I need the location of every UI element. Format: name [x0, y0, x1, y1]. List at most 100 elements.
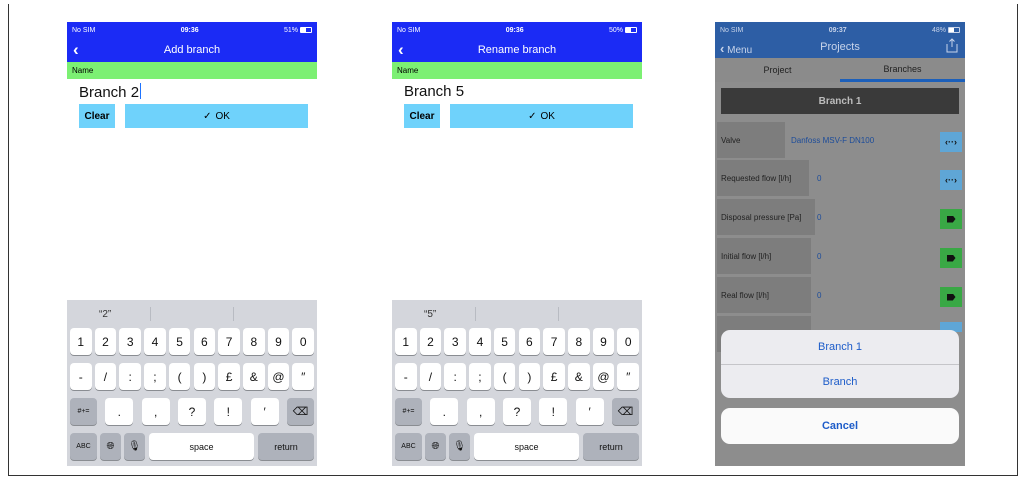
- keyboard: “5” 1 2 3 4 5 6 7 8 9 0 - / : ; ( ) £ &: [392, 300, 642, 466]
- key[interactable]: 3: [444, 328, 466, 355]
- key[interactable]: 8: [568, 328, 590, 355]
- space-key[interactable]: space: [474, 433, 579, 460]
- return-key[interactable]: return: [258, 433, 314, 460]
- menu-back-button[interactable]: ‹ Menu: [720, 41, 752, 56]
- key[interactable]: :: [119, 363, 141, 390]
- param-value[interactable]: 0: [817, 238, 821, 274]
- swap-arrows-icon[interactable]: ‹··›: [940, 132, 962, 152]
- space-key[interactable]: space: [149, 433, 254, 460]
- key[interactable]: 2: [419, 328, 442, 355]
- param-label: Real flow [l/h]: [717, 277, 811, 313]
- key[interactable]: 7: [543, 328, 565, 355]
- nav-bar: ‹ Menu Projects: [715, 38, 965, 58]
- globe-icon[interactable]: 🌐︎: [425, 433, 446, 460]
- key[interactable]: ′: [575, 398, 604, 425]
- param-value[interactable]: 0: [817, 160, 821, 196]
- key[interactable]: 0: [617, 328, 639, 355]
- key[interactable]: (: [493, 363, 516, 390]
- key[interactable]: 6: [193, 328, 216, 355]
- key[interactable]: 0: [292, 328, 314, 355]
- swap-arrows-icon[interactable]: ‹··›: [940, 170, 962, 190]
- key[interactable]: -: [70, 363, 92, 390]
- key[interactable]: 4: [144, 328, 166, 355]
- key[interactable]: ): [193, 363, 216, 390]
- key[interactable]: (: [168, 363, 191, 390]
- clear-button[interactable]: Clear: [79, 104, 115, 128]
- return-key[interactable]: return: [583, 433, 639, 460]
- branch-name-input[interactable]: Branch 2: [67, 79, 317, 104]
- key[interactable]: .: [430, 398, 459, 425]
- key[interactable]: ?: [502, 398, 531, 425]
- key[interactable]: 1: [70, 328, 92, 355]
- key[interactable]: ;: [469, 363, 491, 390]
- branch-name-input[interactable]: Branch 5: [392, 79, 642, 104]
- suggestion[interactable]: “5”: [394, 309, 475, 320]
- param-value[interactable]: 0: [817, 277, 821, 313]
- ok-button[interactable]: ✓ OK: [450, 104, 633, 128]
- branch-header[interactable]: Branch 1: [721, 88, 959, 114]
- tag-icon[interactable]: [940, 248, 962, 268]
- status-time: 09:36: [505, 26, 524, 34]
- tag-icon[interactable]: [940, 209, 962, 229]
- key[interactable]: £: [543, 363, 565, 390]
- microphone-icon[interactable]: 🎙︎: [449, 433, 470, 460]
- cancel-button[interactable]: Cancel: [721, 408, 959, 444]
- key[interactable]: 9: [267, 328, 290, 355]
- key[interactable]: @: [592, 363, 615, 390]
- battery-icon: [624, 26, 637, 33]
- more-symbols-key[interactable]: #+=: [70, 398, 97, 425]
- key[interactable]: -: [395, 363, 417, 390]
- key[interactable]: 4: [469, 328, 491, 355]
- key[interactable]: 1: [395, 328, 417, 355]
- clear-button[interactable]: Clear: [404, 104, 440, 128]
- more-symbols-key[interactable]: #+=: [395, 398, 422, 425]
- key[interactable]: 3: [119, 328, 141, 355]
- backspace-icon[interactable]: ⌫: [286, 398, 314, 425]
- key[interactable]: 7: [218, 328, 240, 355]
- key[interactable]: ,: [141, 398, 170, 425]
- key[interactable]: 2: [94, 328, 117, 355]
- battery-percent: 50%: [608, 26, 623, 34]
- key[interactable]: &: [568, 363, 590, 390]
- action-branch[interactable]: Branch: [721, 364, 959, 398]
- key[interactable]: 6: [518, 328, 541, 355]
- tab-project[interactable]: Project: [715, 58, 840, 82]
- backspace-icon[interactable]: ⌫: [611, 398, 639, 425]
- back-chevron-icon[interactable]: ‹: [73, 40, 79, 60]
- key[interactable]: ′: [250, 398, 279, 425]
- key[interactable]: !: [214, 398, 243, 425]
- rename-branch-screen: No SIM 09:36 50% ‹ Rename branch Name Br…: [392, 22, 642, 466]
- ok-button[interactable]: ✓ OK: [125, 104, 308, 128]
- key[interactable]: 9: [592, 328, 615, 355]
- suggestion[interactable]: “2”: [69, 309, 150, 320]
- key[interactable]: /: [94, 363, 117, 390]
- tab-branches[interactable]: Branches: [840, 58, 965, 82]
- key[interactable]: ;: [144, 363, 166, 390]
- key[interactable]: ″: [292, 363, 314, 390]
- tag-icon[interactable]: [940, 287, 962, 307]
- param-value[interactable]: Danfoss MSV-F DN100: [791, 122, 874, 158]
- microphone-icon[interactable]: 🎙︎: [124, 433, 145, 460]
- key[interactable]: £: [218, 363, 240, 390]
- key[interactable]: .: [105, 398, 134, 425]
- key[interactable]: ?: [177, 398, 206, 425]
- share-icon[interactable]: [946, 38, 958, 53]
- param-value[interactable]: 0: [817, 199, 821, 235]
- key[interactable]: /: [419, 363, 442, 390]
- key[interactable]: ″: [617, 363, 639, 390]
- key[interactable]: :: [444, 363, 466, 390]
- back-chevron-icon[interactable]: ‹: [398, 40, 404, 60]
- key[interactable]: 8: [243, 328, 265, 355]
- globe-icon[interactable]: 🌐︎: [100, 433, 121, 460]
- carrier-label: No SIM: [72, 26, 96, 34]
- key[interactable]: 5: [168, 328, 191, 355]
- abc-key[interactable]: ABC: [70, 433, 97, 460]
- abc-key[interactable]: ABC: [395, 433, 422, 460]
- key[interactable]: !: [539, 398, 568, 425]
- key[interactable]: &: [243, 363, 265, 390]
- key[interactable]: ): [518, 363, 541, 390]
- key[interactable]: ,: [466, 398, 495, 425]
- key[interactable]: @: [267, 363, 290, 390]
- key[interactable]: 5: [493, 328, 516, 355]
- action-branch-1[interactable]: Branch 1: [721, 330, 959, 364]
